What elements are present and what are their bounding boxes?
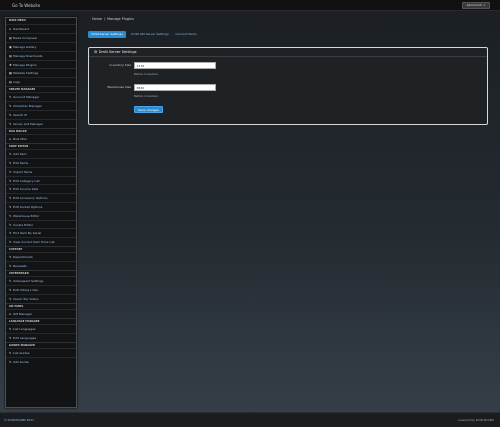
sidebar-item-label: Edit Income Sets: [13, 187, 39, 192]
sidebar-item-label: Add Item: [13, 152, 27, 157]
sidebar-item[interactable]: ▣Manage Gallery: [6, 41, 76, 51]
top-navbar: Go To Website admin123 ▾: [0, 0, 500, 11]
panel-heading: ⚙ DmN Server Settings: [89, 48, 487, 57]
sidebar-item[interactable]: ✎List Languages: [6, 324, 76, 333]
sidebar-item[interactable]: ✎Edit Accessory Options: [6, 193, 76, 202]
save-changes-button[interactable]: Save changes: [134, 106, 163, 113]
sidebar-item-label: Edit Category List: [13, 178, 40, 183]
sidebar-item-label: Character Manager: [13, 104, 42, 109]
sidebar-item-label: Import Items: [13, 169, 33, 174]
sidebar-item[interactable]: ✎Votereward Settings: [6, 276, 76, 285]
sidebar-item-label: Account Manager: [13, 95, 40, 100]
sidebar-item[interactable]: ✎Edit Socket Options: [6, 201, 76, 211]
sidebar-item-label: Dashboard: [13, 27, 30, 32]
main-content: Home / Manage Plugins DmN Server Settings …: [88, 17, 488, 125]
sidebar-item-label: Edit Voting Links: [13, 288, 38, 293]
breadcrumb-home[interactable]: Home: [92, 17, 102, 21]
sidebar-item[interactable]: ✎Edit Languages: [6, 333, 76, 342]
sidebar-item-label: Warehouse Editor: [13, 213, 40, 218]
panel-title: DmN Server Settings: [98, 50, 137, 54]
sidebar-item[interactable]: ✚Manage Plugins: [6, 59, 76, 69]
sidebar-item-label: Website Settings: [13, 71, 39, 76]
sidebar-item-label: Edit Items: [13, 160, 29, 165]
breadcrumb: Home / Manage Plugins: [88, 17, 488, 26]
sidebar-item[interactable]: ✎View Current Item Price List: [6, 237, 76, 246]
breadcrumb-separator: /: [104, 17, 106, 21]
sidebar-item[interactable]: ✎Add Guide: [6, 357, 76, 366]
warehouse-size-label: Warehouse Size: [107, 85, 131, 89]
sidebar-item-label: News Composer: [13, 36, 38, 41]
sidebar-item[interactable]: ✎Account Manager: [6, 92, 76, 101]
inventory-size-help: Before conversion: [134, 72, 159, 76]
sidebar-item-label: Edit Accessory Options: [13, 196, 48, 201]
sidebar-item-label: View Current Item Price List: [13, 240, 55, 245]
sidebar-item[interactable]: ✎Search IP: [6, 109, 76, 119]
sidebar: MAIN MENU ⌂ Dashboard ▤News Composer ▣Manage…: [5, 17, 77, 408]
footer: © DmN MuCMS 2017 powered by DmN MuCMS: [0, 412, 500, 427]
sidebar-item[interactable]: ⌂ Dashboard: [6, 24, 76, 33]
sidebar-item-label: Server List Manager: [13, 121, 44, 126]
caret-down-icon: ▾: [483, 4, 485, 7]
sidebar-item[interactable]: ✎Edit Items: [6, 157, 76, 167]
sidebar-item-label: Cookie Editor: [13, 222, 34, 227]
sidebar-item[interactable]: ✎Find Item By Serial: [6, 228, 76, 237]
sidebar-item[interactable]: ✎Server List Manager: [6, 118, 76, 128]
inventory-size-label: Inventory Size: [109, 63, 131, 67]
sidebar-item[interactable]: ✎Add Item: [6, 149, 76, 158]
sidebar-item[interactable]: ✎Character Manager: [6, 101, 76, 110]
sidebar-item-label: Manage Plugins: [13, 62, 37, 67]
brand-link[interactable]: Go To Website: [12, 3, 40, 8]
sidebar-item[interactable]: ✎Departments: [6, 252, 76, 261]
settings-panel: ⚙ DmN Server Settings Inventory Size 1376…: [88, 47, 488, 125]
tab-dmn-gm-server-settings[interactable]: DmN GM Server Settings: [129, 31, 171, 38]
sidebar-item-label: GM Manager: [13, 312, 33, 317]
sidebar-item[interactable]: ✎Import Items: [6, 166, 76, 176]
sidebar-item[interactable]: ✎Warehouse Editor: [6, 210, 76, 220]
sidebar-item-label: Add Guide: [13, 360, 29, 365]
sidebar-item-label: Edit Socket Options: [13, 204, 43, 209]
warehouse-size-input[interactable]: 3840: [134, 84, 216, 91]
sidebar-item[interactable]: ✎Edit Category List: [6, 175, 76, 185]
sidebar-item[interactable]: ✎Cookie Editor: [6, 219, 76, 229]
sidebar-item[interactable]: ▤News Composer: [6, 33, 76, 42]
user-menu-button[interactable]: admin123 ▾: [461, 2, 490, 9]
gear-icon: ⚙: [94, 50, 98, 54]
sidebar-item-label: Check Top Voters: [13, 296, 39, 301]
sidebar-item[interactable]: ✎Requests: [6, 261, 76, 270]
sidebar-item[interactable]: ✎List Guides: [6, 348, 76, 357]
breadcrumb-current: Manage Plugins: [107, 17, 134, 21]
sidebar-item-label: Edit Languages: [13, 336, 37, 341]
footer-copyright[interactable]: © DmN MuCMS 2017: [4, 418, 34, 422]
sidebar-item[interactable]: ▦Website Settings: [6, 68, 76, 77]
sidebar-item-label: Manage Gallery: [13, 44, 37, 49]
sidebar-item-label: Requests: [13, 264, 27, 269]
sidebar-item-label: Bulk Mail: [13, 136, 27, 141]
sidebar-item[interactable]: ⌂ GM Manager: [6, 309, 76, 318]
sidebar-item-label: Departments: [13, 255, 33, 260]
warehouse-size-help: Before conversion: [134, 94, 159, 98]
user-name: admin123: [466, 3, 482, 7]
tab-convert-items[interactable]: Convert Items: [173, 31, 199, 38]
sidebar-item-label: Search IP: [13, 112, 27, 117]
sidebar-item[interactable]: ▤Logs: [6, 77, 76, 86]
sidebar-item[interactable]: ✎Edit Voting Links: [6, 285, 76, 294]
sidebar-item-label: List Languages: [13, 327, 36, 332]
inventory-size-input[interactable]: 1376: [134, 62, 216, 69]
sidebar-item[interactable]: ✎Check Top Voters: [6, 293, 76, 303]
footer-powered-by: powered by DmN MuCMS: [458, 418, 494, 422]
sidebar-item-label: List Guides: [13, 351, 30, 356]
sidebar-item-label: Votereward Settings: [13, 279, 44, 284]
tab-dmn-server-settings[interactable]: DmN Server Settings: [88, 31, 126, 38]
sidebar-item[interactable]: ▤Manage Downloads: [6, 50, 76, 60]
sidebar-item[interactable]: ✎Edit Income Sets: [6, 184, 76, 193]
sidebar-item[interactable]: ⌂ Bulk Mail: [6, 133, 76, 143]
sidebar-item-label: Manage Downloads: [13, 53, 43, 58]
sidebar-item-label: Find Item By Serial: [13, 231, 42, 236]
sidebar-item-label: Logs: [13, 80, 20, 85]
